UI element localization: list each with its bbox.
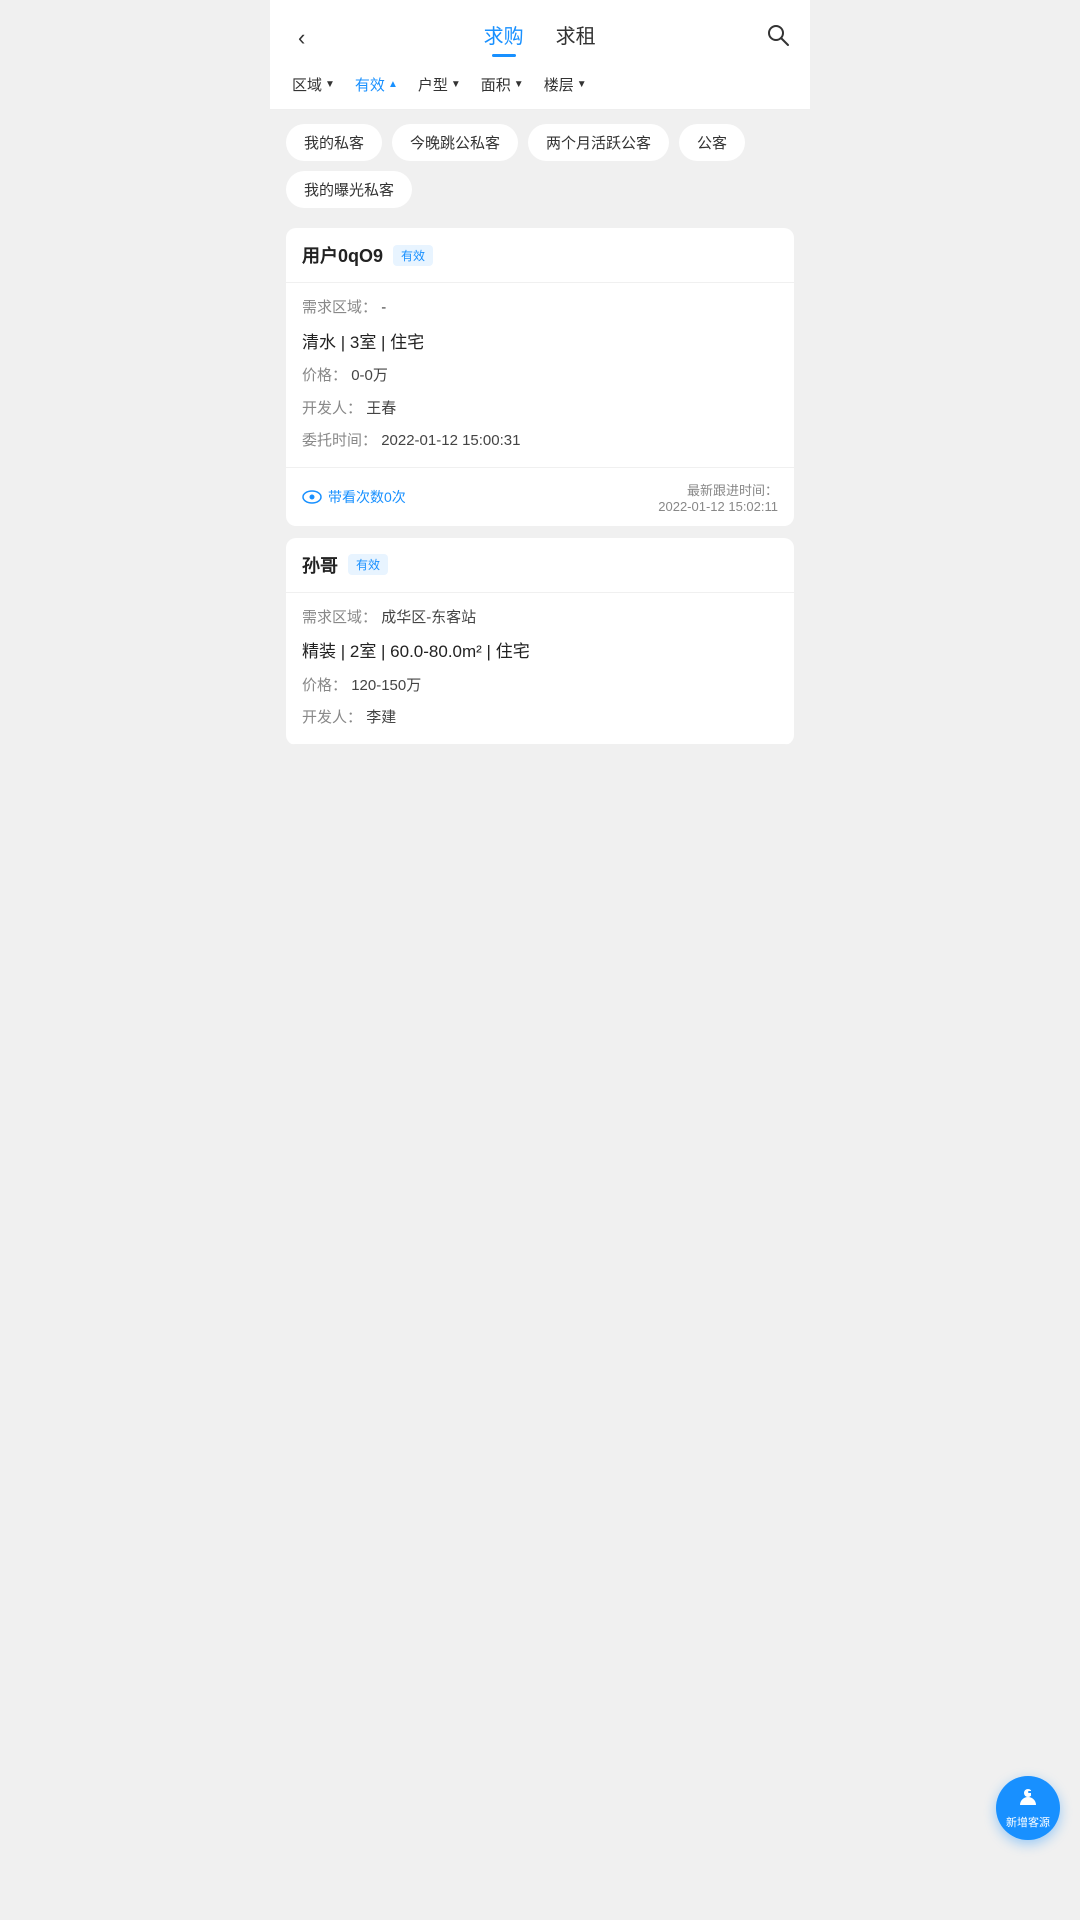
tab-buy[interactable]: 求购 xyxy=(484,20,524,57)
property-type-row-2: 精装 | 2室 | 60.0-80.0m² | 住宅 xyxy=(302,639,778,665)
card-1-title: 用户0qO9 xyxy=(302,242,383,268)
search-button[interactable] xyxy=(766,23,790,53)
developer-row: 开发人： 王春 xyxy=(302,398,778,421)
tag-exposure[interactable]: 我的曝光私客 xyxy=(286,171,412,208)
chevron-up-icon: ▲ xyxy=(388,79,398,90)
header: ‹ 求购 求租 xyxy=(270,0,810,60)
header-tabs: 求购 求租 xyxy=(484,20,596,57)
cards-container: 用户0qO9 有效 需求区域： - 清水 | 3室 | 住宅 价格： 0-0万 … xyxy=(270,218,810,755)
chevron-down-icon: ▼ xyxy=(325,79,335,90)
filter-layout[interactable]: 户型 ▼ xyxy=(412,70,467,99)
developer-row-2: 开发人： 李建 xyxy=(302,707,778,730)
filter-area-size[interactable]: 面积 ▼ xyxy=(475,70,530,99)
latest-time: 最新跟进时间： 2022-01-12 15:02:11 xyxy=(658,480,778,514)
card-1[interactable]: 用户0qO9 有效 需求区域： - 清水 | 3室 | 住宅 价格： 0-0万 … xyxy=(286,228,794,526)
card-2-title: 孙哥 xyxy=(302,552,338,578)
add-client-fab[interactable]: 新增客源 xyxy=(996,1776,1060,1840)
tag-two-month[interactable]: 两个月活跃公客 xyxy=(528,124,669,161)
tab-rent[interactable]: 求租 xyxy=(556,20,596,57)
demand-area-row-2: 需求区域： 成华区-东客站 xyxy=(302,607,778,630)
chevron-down-icon: ▼ xyxy=(451,79,461,90)
filter-area[interactable]: 区域 ▼ xyxy=(286,70,341,99)
tag-public[interactable]: 公客 xyxy=(679,124,745,161)
tag-private[interactable]: 我的私客 xyxy=(286,124,382,161)
fab-label: 新增客源 xyxy=(1006,1814,1050,1830)
status-badge: 有效 xyxy=(393,245,433,266)
chevron-down-icon: ▼ xyxy=(514,79,524,90)
price-row: 价格： 0-0万 xyxy=(302,365,778,388)
view-count[interactable]: 带看次数0次 xyxy=(302,487,406,507)
plus-icon xyxy=(1017,1786,1039,1812)
card-2[interactable]: 孙哥 有效 需求区域： 成华区-东客站 精装 | 2室 | 60.0-80.0m… xyxy=(286,538,794,745)
card-1-header: 用户0qO9 有效 xyxy=(286,228,794,283)
card-1-body: 需求区域： - 清水 | 3室 | 住宅 价格： 0-0万 开发人： 王春 委托… xyxy=(286,283,794,468)
demand-area-row: 需求区域： - xyxy=(302,297,778,320)
card-1-footer: 带看次数0次 最新跟进时间： 2022-01-12 15:02:11 xyxy=(286,468,794,526)
property-type-row: 清水 | 3室 | 住宅 xyxy=(302,330,778,356)
filter-floor[interactable]: 楼层 ▼ xyxy=(538,70,593,99)
price-row-2: 价格： 120-150万 xyxy=(302,675,778,698)
filter-bar: 区域 ▼ 有效 ▲ 户型 ▼ 面积 ▼ 楼层 ▼ xyxy=(270,60,810,110)
card-2-header: 孙哥 有效 xyxy=(286,538,794,593)
commission-row: 委托时间： 2022-01-12 15:00:31 xyxy=(302,430,778,453)
card-2-body: 需求区域： 成华区-东客站 精装 | 2室 | 60.0-80.0m² | 住宅… xyxy=(286,593,794,745)
chevron-down-icon: ▼ xyxy=(577,79,587,90)
eye-icon xyxy=(302,490,322,504)
back-button[interactable]: ‹ xyxy=(290,21,313,55)
tag-tonight[interactable]: 今晚跳公私客 xyxy=(392,124,518,161)
tag-section: 我的私客 今晚跳公私客 两个月活跃公客 公客 我的曝光私客 xyxy=(270,110,810,218)
status-badge-2: 有效 xyxy=(348,554,388,575)
filter-valid[interactable]: 有效 ▲ xyxy=(349,70,404,99)
